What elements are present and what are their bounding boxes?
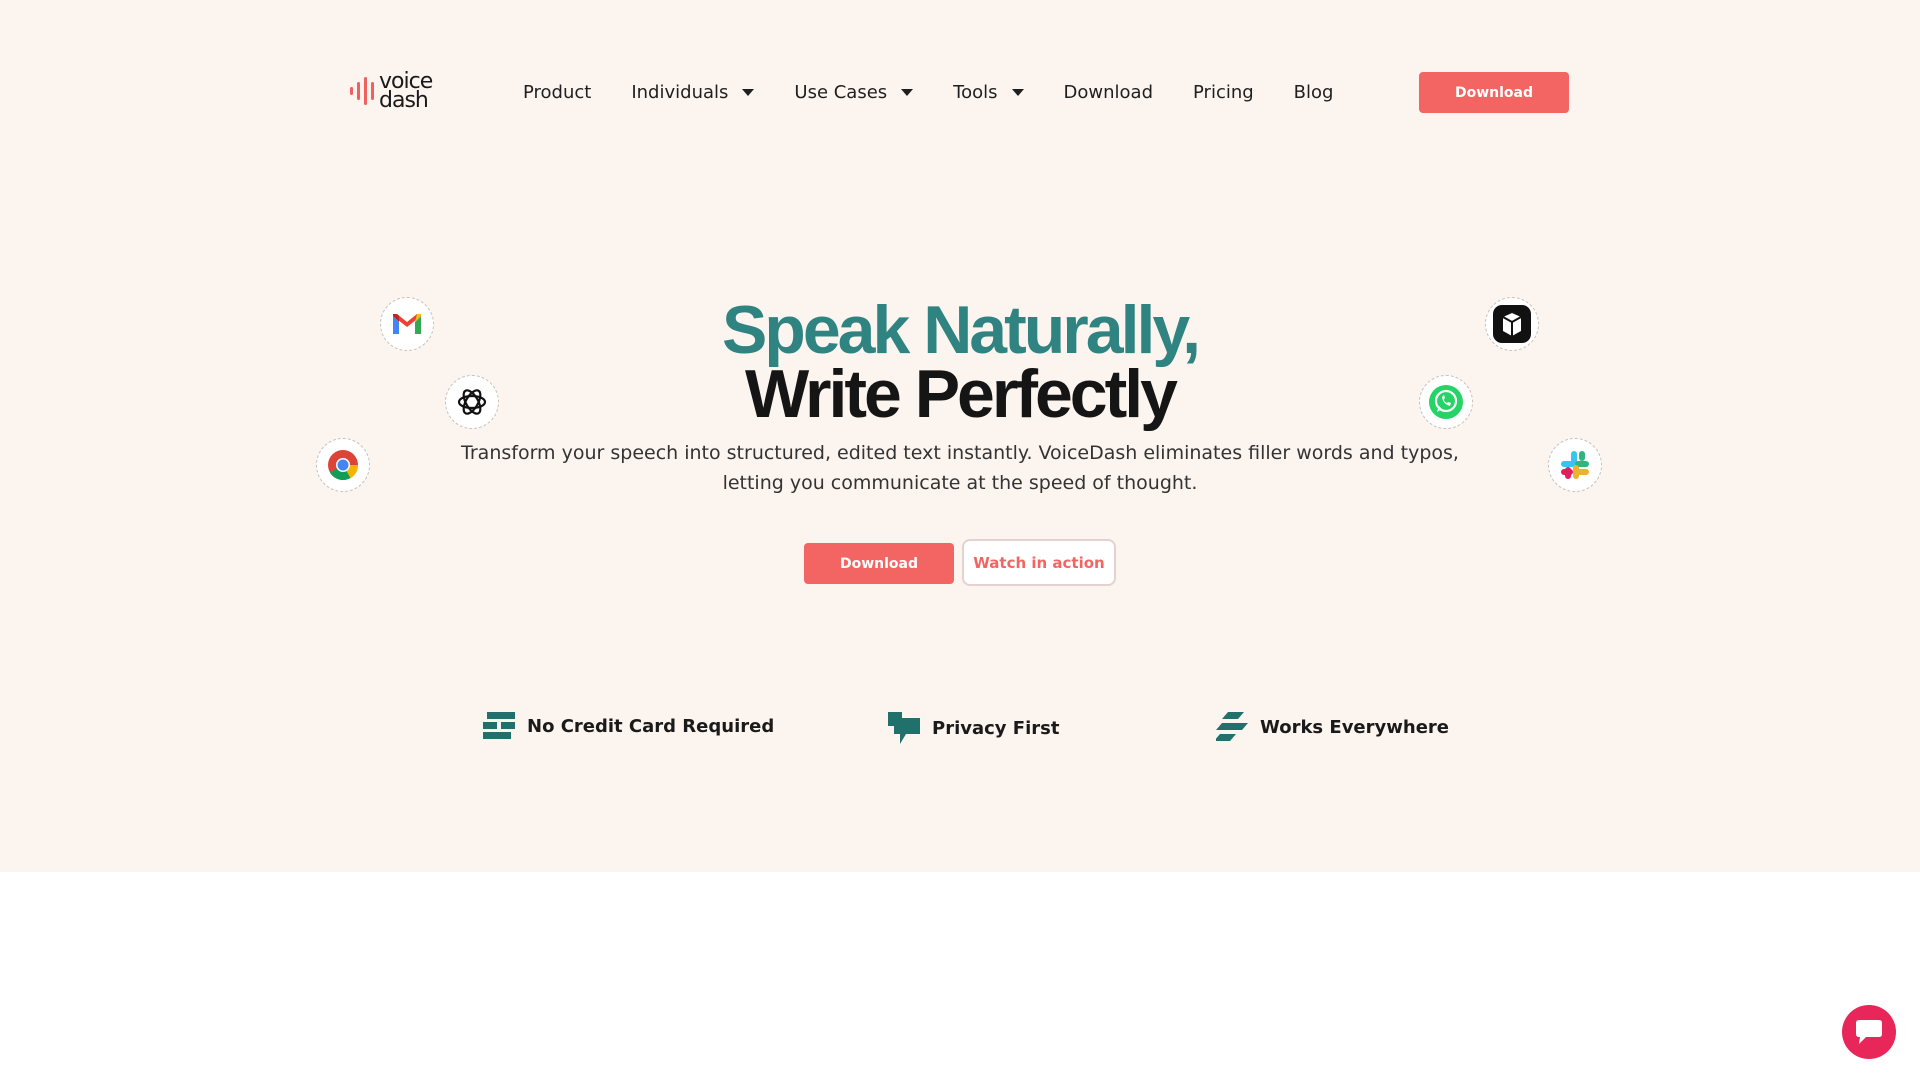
- slack-icon: [1548, 438, 1602, 492]
- nav-download[interactable]: Download: [1064, 82, 1153, 103]
- feature-works-everywhere: Works Everywhere: [1216, 712, 1449, 742]
- stripes-icon: [1216, 712, 1248, 741]
- hero-subtitle: Transform your speech into structured, e…: [461, 442, 1459, 494]
- watch-in-action-button[interactable]: Watch in action: [962, 539, 1116, 586]
- nav-pricing[interactable]: Pricing: [1193, 82, 1254, 103]
- header-download-button[interactable]: Download: [1419, 72, 1569, 113]
- nav-blog[interactable]: Blog: [1294, 82, 1334, 103]
- stacked-bars-icon: [483, 712, 515, 739]
- nav-product[interactable]: Product: [523, 82, 591, 103]
- hero-download-button[interactable]: Download: [804, 543, 954, 584]
- feature-privacy-first: Privacy First: [888, 712, 1059, 744]
- chat-widget-button[interactable]: [1842, 1005, 1896, 1059]
- nav-use-cases[interactable]: Use Cases: [794, 82, 914, 103]
- caret-down-icon: [1011, 88, 1024, 96]
- hero-title-line2: Write Perfectly: [745, 356, 1178, 432]
- soundwave-icon: [350, 73, 374, 109]
- hero-section: voice dash Product Individuals Use Cases…: [0, 0, 1920, 872]
- logo-wordmark: voice dash: [379, 69, 433, 113]
- feature-no-credit-card: No Credit Card Required: [483, 712, 774, 740]
- main-nav: Product Individuals Use Cases Tools Down…: [523, 80, 1373, 104]
- chrome-icon: [316, 438, 370, 492]
- nav-tools[interactable]: Tools: [953, 82, 1024, 103]
- flag-icon: [888, 712, 920, 744]
- caret-down-icon: [901, 88, 914, 96]
- chat-bubble-icon: [1856, 1020, 1882, 1044]
- nav-individuals[interactable]: Individuals: [631, 82, 755, 103]
- voicedash-logo[interactable]: voice dash: [350, 69, 433, 113]
- caret-down-icon: [742, 88, 755, 96]
